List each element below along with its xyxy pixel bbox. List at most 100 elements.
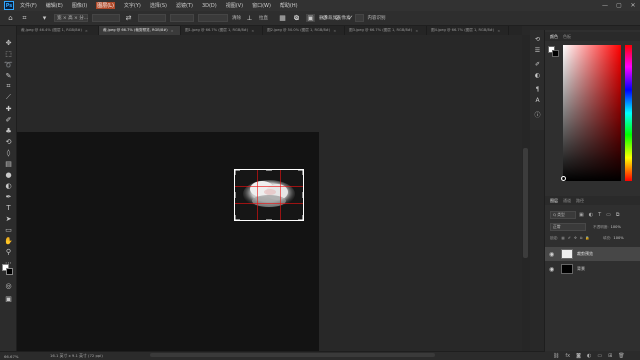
document-tab[interactable]: 图4.jpeg @ 66.7% (图层 1, RGB/8#) × bbox=[427, 26, 509, 35]
menu-layer[interactable]: 图层(L) bbox=[96, 2, 115, 9]
properties-panel-icon[interactable]: ☰ bbox=[533, 46, 542, 55]
color-field-marker[interactable] bbox=[561, 176, 566, 181]
history-panel-icon[interactable]: ⟲ bbox=[533, 35, 542, 44]
color-panel-background-swatch[interactable] bbox=[552, 50, 559, 57]
zoom-level[interactable]: 66.67% bbox=[4, 354, 30, 359]
crop-tool-icon[interactable]: ⌗ bbox=[3, 82, 14, 91]
home-icon[interactable]: ⌂ bbox=[6, 14, 15, 23]
quick-select-tool-icon[interactable]: ✎ bbox=[3, 71, 14, 80]
add-mask-icon[interactable]: ◙ bbox=[576, 353, 581, 359]
layer-filter-search[interactable]: Q 类型 bbox=[550, 211, 576, 219]
lock-artboard-icon[interactable]: ⧉ bbox=[580, 236, 583, 240]
quick-mask-icon[interactable]: ◎ bbox=[3, 281, 14, 290]
lock-brush-icon[interactable]: ✐ bbox=[568, 236, 571, 240]
marquee-tool-icon[interactable]: ⬚ bbox=[3, 49, 14, 58]
hand-tool-icon[interactable]: ✋ bbox=[3, 236, 14, 245]
close-button[interactable]: ✕ bbox=[626, 0, 640, 11]
cancel-icon[interactable]: ⊘ bbox=[333, 14, 342, 23]
group-layers-icon[interactable]: ▭ bbox=[597, 353, 602, 359]
document-info[interactable]: 16.1 英寸 x 9.1 英寸 (72 ppi) bbox=[50, 353, 103, 359]
lock-all-icon[interactable]: 🔒 bbox=[585, 236, 589, 240]
blur-tool-icon[interactable]: ● bbox=[3, 170, 14, 179]
image-icon[interactable]: ▣ bbox=[306, 14, 315, 23]
healing-tool-icon[interactable]: ✚ bbox=[3, 104, 14, 113]
close-tab-icon[interactable]: × bbox=[415, 29, 418, 33]
menu-window[interactable]: 窗口(W) bbox=[252, 2, 271, 9]
info-panel-icon[interactable]: ⓘ bbox=[533, 110, 542, 119]
lasso-tool-icon[interactable]: ➰ bbox=[3, 60, 14, 69]
visibility-eye-icon[interactable]: ◉ bbox=[549, 266, 558, 273]
content-aware-checkbox[interactable] bbox=[354, 14, 364, 22]
commit-check-icon[interactable]: ✓ bbox=[346, 14, 355, 23]
layer-name[interactable]: 背景 bbox=[577, 266, 585, 272]
close-tab-icon[interactable]: × bbox=[85, 29, 88, 33]
document-tab[interactable]: 裁.jpeg @ 46.4% (图层 1, RGB/8#) × bbox=[17, 26, 99, 35]
crop-transform-icon[interactable]: ⧉ bbox=[292, 14, 301, 23]
opacity-value[interactable]: 100% bbox=[611, 225, 621, 229]
menu-help[interactable]: 帮助(H) bbox=[280, 2, 298, 9]
width-field[interactable] bbox=[92, 14, 120, 22]
character-icon[interactable]: A bbox=[533, 96, 542, 105]
document-tab[interactable]: 图2.jpeg @ 50.0% (图层 1, RGB/8#) × bbox=[263, 26, 345, 35]
document-tab-active[interactable]: 裁.jpeg @ 66.7% (裁剪预览, RGB/8#) × bbox=[99, 26, 181, 35]
screen-mode-icon[interactable]: ▣ bbox=[3, 294, 14, 303]
menu-3d[interactable]: 3D(D) bbox=[202, 3, 217, 9]
straighten-icon[interactable]: ⟂ bbox=[245, 14, 254, 23]
vertical-scroll-thumb[interactable] bbox=[523, 148, 528, 258]
document-tab[interactable]: 图3.jpeg @ 66.7% (图层 1, RGB/8#) × bbox=[345, 26, 427, 35]
background-color-swatch[interactable] bbox=[6, 268, 13, 275]
layer-style-icon[interactable]: fx bbox=[565, 353, 570, 359]
close-tab-icon[interactable]: × bbox=[333, 29, 336, 33]
straighten-label[interactable]: 拉直 bbox=[259, 15, 268, 21]
visibility-eye-icon[interactable]: ◉ bbox=[549, 251, 558, 258]
brush-settings-icon[interactable]: ✐ bbox=[533, 60, 542, 69]
shape-filter-icon[interactable]: ▭ bbox=[606, 212, 611, 218]
color-field[interactable] bbox=[563, 45, 621, 181]
move-tool-icon[interactable]: ✥ bbox=[3, 38, 14, 47]
adjustment-filter-icon[interactable]: ◐ bbox=[589, 212, 593, 218]
fill-value[interactable]: 100% bbox=[613, 236, 623, 240]
layer-row[interactable]: ◉ 背景 bbox=[545, 262, 640, 276]
pixel-filter-icon[interactable]: ▣ bbox=[579, 212, 584, 218]
lock-transparency-icon[interactable]: ▦ bbox=[561, 236, 564, 240]
minimize-button[interactable]: — bbox=[598, 0, 612, 11]
crop-tool-icon[interactable]: ⌗ bbox=[20, 14, 29, 23]
rectangle-tool-icon[interactable]: ▭ bbox=[3, 225, 14, 234]
crop-box[interactable] bbox=[234, 169, 304, 221]
lock-move-icon[interactable]: ✥ bbox=[574, 236, 577, 240]
tab-paths[interactable]: 路径 bbox=[576, 198, 584, 204]
clear-button[interactable]: 清除 bbox=[232, 15, 241, 21]
units-dropdown[interactable] bbox=[198, 14, 228, 22]
hue-slider[interactable] bbox=[625, 45, 632, 181]
tab-color[interactable]: 颜色 bbox=[550, 34, 558, 40]
path-select-tool-icon[interactable]: ➤ bbox=[3, 214, 14, 223]
maximize-button[interactable]: ▢ bbox=[612, 0, 626, 11]
eraser-tool-icon[interactable]: ◊ bbox=[3, 148, 14, 157]
eyedropper-tool-icon[interactable]: ⟋ bbox=[3, 93, 14, 102]
document-canvas[interactable] bbox=[17, 132, 319, 351]
menu-image[interactable]: 图像(I) bbox=[72, 2, 87, 9]
tab-channels[interactable]: 通道 bbox=[563, 198, 571, 204]
history-brush-tool-icon[interactable]: ⟲ bbox=[3, 137, 14, 146]
reset-icon[interactable]: ↺ bbox=[320, 14, 329, 23]
overlay-grid-icon[interactable]: ▦ bbox=[278, 14, 287, 23]
layer-name[interactable]: 裁剪预览 bbox=[577, 251, 593, 257]
horizontal-scroll-thumb[interactable] bbox=[150, 353, 435, 357]
swap-icon[interactable]: ⇄ bbox=[124, 14, 133, 23]
zoom-tool-icon[interactable]: ⚲ bbox=[3, 247, 14, 256]
close-tab-icon[interactable]: × bbox=[251, 29, 254, 33]
height-field[interactable] bbox=[138, 14, 166, 22]
document-tab[interactable]: 图1.jpeg @ 66.7% (图层 1, RGB/8#) × bbox=[181, 26, 263, 35]
type-filter-icon[interactable]: T bbox=[598, 212, 601, 218]
stamp-tool-icon[interactable]: ♣ bbox=[3, 126, 14, 135]
gradient-tool-icon[interactable]: ▤ bbox=[3, 159, 14, 168]
paragraph-icon[interactable]: ¶ bbox=[533, 85, 542, 94]
tab-swatches[interactable]: 色板 bbox=[563, 34, 571, 40]
dodge-tool-icon[interactable]: ◐ bbox=[3, 181, 14, 190]
new-layer-icon[interactable]: ⊞ bbox=[608, 353, 612, 359]
ratio-dropdown[interactable]: 宽 × 高 × 分... bbox=[54, 14, 88, 22]
menu-view[interactable]: 视图(V) bbox=[226, 2, 243, 9]
pen-tool-icon[interactable]: ✒ bbox=[3, 192, 14, 201]
adjustment-layer-icon[interactable]: ◐ bbox=[587, 353, 591, 359]
menu-select[interactable]: 选择(S) bbox=[150, 2, 167, 9]
